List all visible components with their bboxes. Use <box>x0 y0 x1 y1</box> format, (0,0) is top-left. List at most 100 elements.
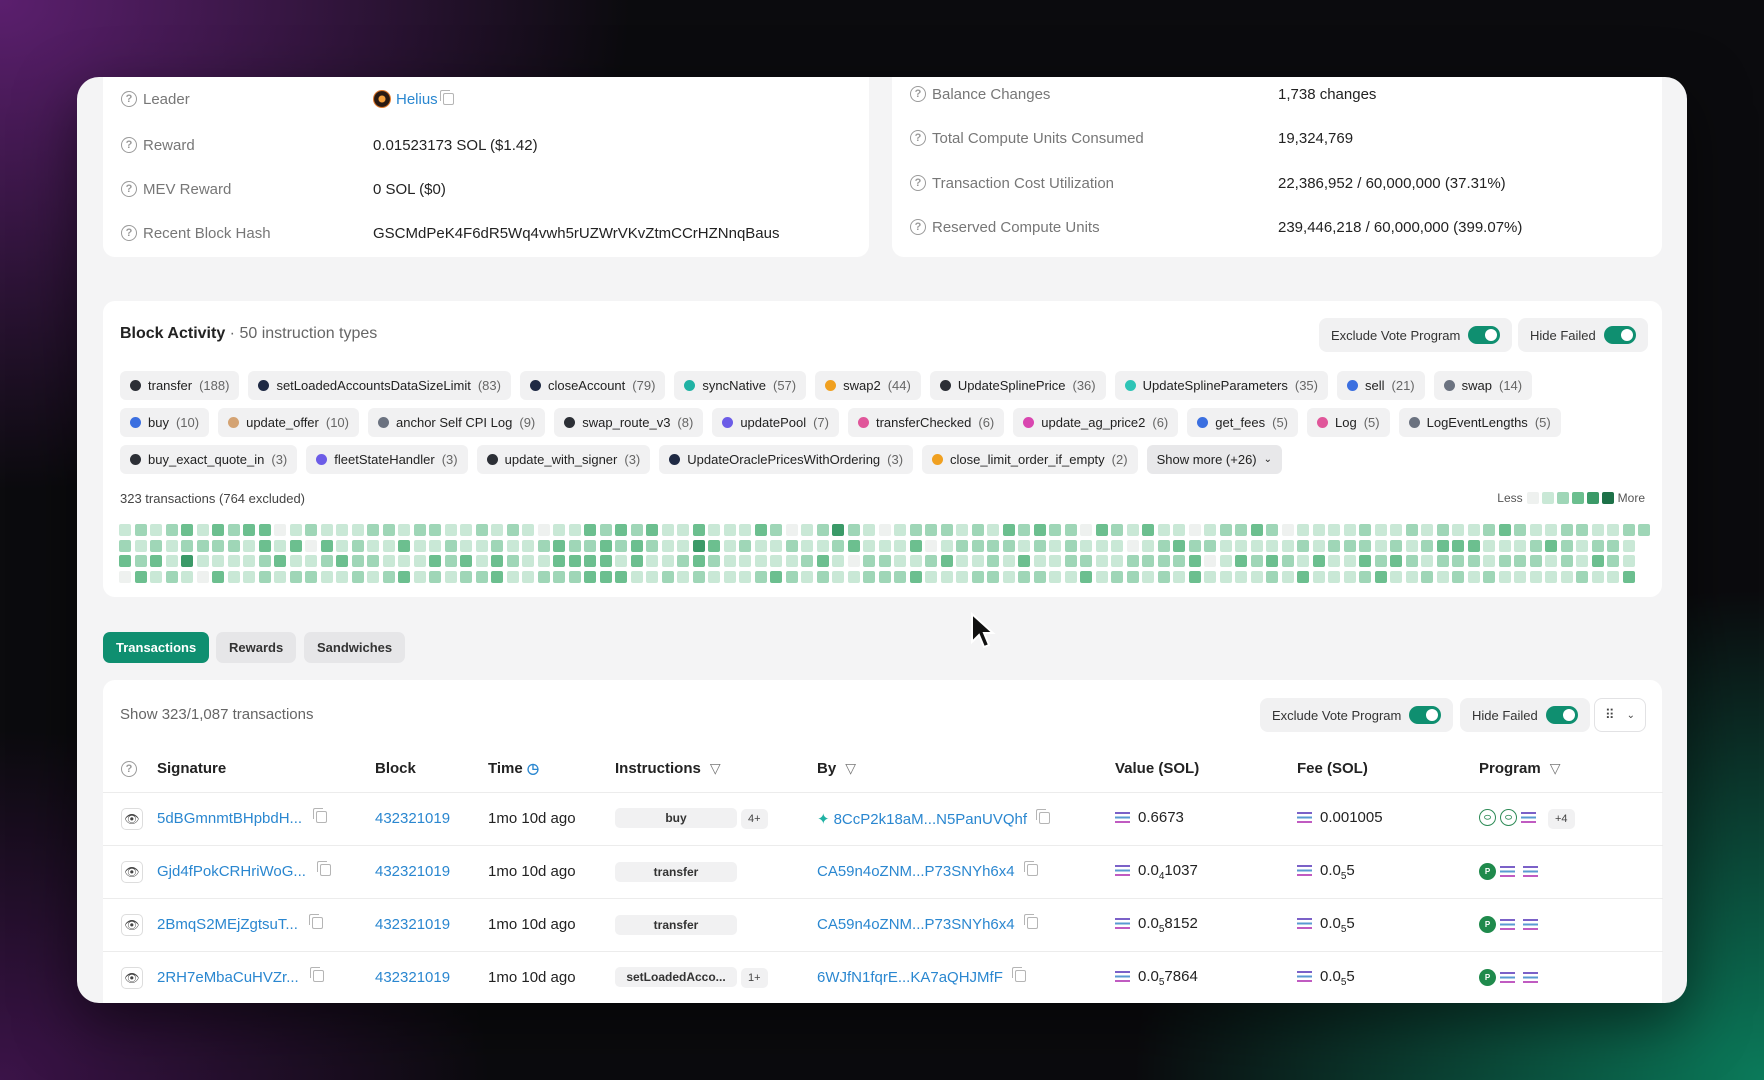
heatmap-cell[interactable] <box>1049 555 1061 567</box>
heatmap-cell[interactable] <box>305 570 317 583</box>
heatmap-cell[interactable] <box>1343 570 1356 583</box>
heatmap-cell[interactable] <box>754 524 767 536</box>
heatmap-cell[interactable] <box>258 524 271 536</box>
signature-link[interactable]: Gjd4fPokCRHriWoG... <box>157 863 306 880</box>
heatmap-cell[interactable] <box>1374 555 1387 567</box>
heatmap-cell[interactable] <box>754 555 767 567</box>
heatmap-cell[interactable] <box>1095 539 1108 552</box>
heatmap-cell[interactable] <box>1142 539 1154 552</box>
heatmap-cell[interactable] <box>1188 570 1201 583</box>
heatmap-cell[interactable] <box>1033 555 1046 567</box>
leader-value[interactable]: Helius <box>373 90 454 108</box>
heatmap-cell[interactable] <box>336 570 348 583</box>
heatmap-cell[interactable] <box>429 524 441 536</box>
heatmap-cell[interactable] <box>1095 555 1108 567</box>
heatmap-cell[interactable] <box>723 570 736 583</box>
heatmap-cell[interactable] <box>1374 539 1387 552</box>
heatmap-cell[interactable] <box>1514 539 1526 552</box>
heatmap-cell[interactable] <box>1219 570 1232 583</box>
block-link[interactable]: 432321019 <box>375 916 450 933</box>
heatmap-cell[interactable] <box>1064 570 1077 583</box>
heatmap-cell[interactable] <box>274 570 286 583</box>
heatmap-cell[interactable] <box>460 539 472 552</box>
heatmap-cell[interactable] <box>537 570 550 583</box>
instruction-chip[interactable]: closeAccount (79) <box>519 371 666 400</box>
heatmap-cell[interactable] <box>1328 555 1340 567</box>
heatmap-cell[interactable] <box>615 524 627 536</box>
heatmap-cell[interactable] <box>367 570 379 583</box>
heatmap-cell[interactable] <box>878 539 891 552</box>
eye-icon[interactable]: 👁 <box>121 860 143 883</box>
heatmap-cell[interactable] <box>1498 524 1511 536</box>
heatmap-cell[interactable] <box>847 539 860 552</box>
heatmap-cell[interactable] <box>1576 524 1588 536</box>
heatmap-cell[interactable] <box>1405 570 1418 583</box>
heatmap-cell[interactable] <box>320 570 333 583</box>
heatmap-cell[interactable] <box>801 555 813 567</box>
heatmap-cell[interactable] <box>320 539 333 552</box>
signature-link[interactable]: 2RH7eMbaCuHVZr... <box>157 969 299 986</box>
heatmap-cell[interactable] <box>971 539 984 552</box>
heatmap-cell[interactable] <box>599 555 612 567</box>
heatmap-cell[interactable] <box>987 570 999 583</box>
copy-icon[interactable] <box>439 90 454 105</box>
heatmap-cell[interactable] <box>1343 555 1356 567</box>
heatmap-cell[interactable] <box>1157 555 1170 567</box>
heatmap-cell[interactable] <box>1188 539 1201 552</box>
heatmap-cell[interactable] <box>258 555 271 567</box>
tab-transactions[interactable]: Transactions <box>103 632 210 663</box>
heatmap-cell[interactable] <box>739 524 751 536</box>
heatmap-cell[interactable] <box>615 570 627 583</box>
heatmap-cell[interactable] <box>1266 539 1278 552</box>
heatmap-cell[interactable] <box>491 539 503 552</box>
heatmap-cell[interactable] <box>1049 539 1061 552</box>
heatmap-cell[interactable] <box>1514 555 1526 567</box>
heatmap-cell[interactable] <box>336 524 348 536</box>
table-row[interactable]: 👁 2RH7eMbaCuHVZr... 432321019 1mo 10d ag… <box>103 951 1663 1003</box>
heatmap-cell[interactable] <box>1126 555 1139 567</box>
heatmap-cell[interactable] <box>460 524 472 536</box>
heatmap-cell[interactable] <box>1529 524 1542 536</box>
heatmap-cell[interactable] <box>1080 524 1092 536</box>
heatmap-cell[interactable] <box>599 570 612 583</box>
heatmap-cell[interactable] <box>630 539 643 552</box>
heatmap-cell[interactable] <box>692 539 705 552</box>
heatmap-cell[interactable] <box>475 570 488 583</box>
by-link[interactable]: 8CcP2k18aM...N5PanUVQhf <box>834 811 1027 828</box>
heatmap-cell[interactable] <box>1002 524 1015 536</box>
heatmap-cell[interactable] <box>723 555 736 567</box>
heatmap-cell[interactable] <box>692 570 705 583</box>
heatmap-cell[interactable] <box>584 539 596 552</box>
heatmap-cell[interactable] <box>785 524 798 536</box>
heatmap-cell[interactable] <box>1514 570 1526 583</box>
heatmap-cell[interactable] <box>1064 539 1077 552</box>
heatmap-cell[interactable] <box>1266 524 1278 536</box>
heatmap-cell[interactable] <box>1204 539 1216 552</box>
heatmap-cell[interactable] <box>1483 555 1495 567</box>
instruction-chip[interactable]: swap2 (44) <box>815 371 921 400</box>
heatmap-cell[interactable] <box>1188 555 1201 567</box>
instruction-chip[interactable]: update_with_signer (3) <box>476 445 651 474</box>
heatmap-cell[interactable] <box>274 555 286 567</box>
heatmap-cell[interactable] <box>1436 570 1449 583</box>
instruction-pill[interactable]: transfer <box>615 861 737 882</box>
copy-icon[interactable] <box>1036 808 1051 824</box>
solana-icon[interactable] <box>1523 972 1538 984</box>
heatmap-cell[interactable] <box>1219 539 1232 552</box>
instruction-chip[interactable]: anchor Self CPI Log (9) <box>368 408 546 437</box>
heatmap-cell[interactable] <box>785 539 798 552</box>
heatmap-cell[interactable] <box>1126 524 1139 536</box>
help-icon[interactable]: ? <box>121 91 137 107</box>
heatmap-cell[interactable] <box>243 524 255 536</box>
heatmap-cell[interactable] <box>630 555 643 567</box>
heatmap-cell[interactable] <box>1390 555 1402 567</box>
heatmap-cell[interactable] <box>305 555 317 567</box>
heatmap-cell[interactable] <box>1545 524 1557 536</box>
heatmap-cell[interactable] <box>119 570 131 583</box>
heatmap-cell[interactable] <box>677 539 689 552</box>
heatmap-cell[interactable] <box>289 555 302 567</box>
heatmap-cell[interactable] <box>1467 555 1480 567</box>
heatmap-cell[interactable] <box>553 555 565 567</box>
heatmap-cell[interactable] <box>568 570 581 583</box>
heatmap-cell[interactable] <box>646 555 658 567</box>
